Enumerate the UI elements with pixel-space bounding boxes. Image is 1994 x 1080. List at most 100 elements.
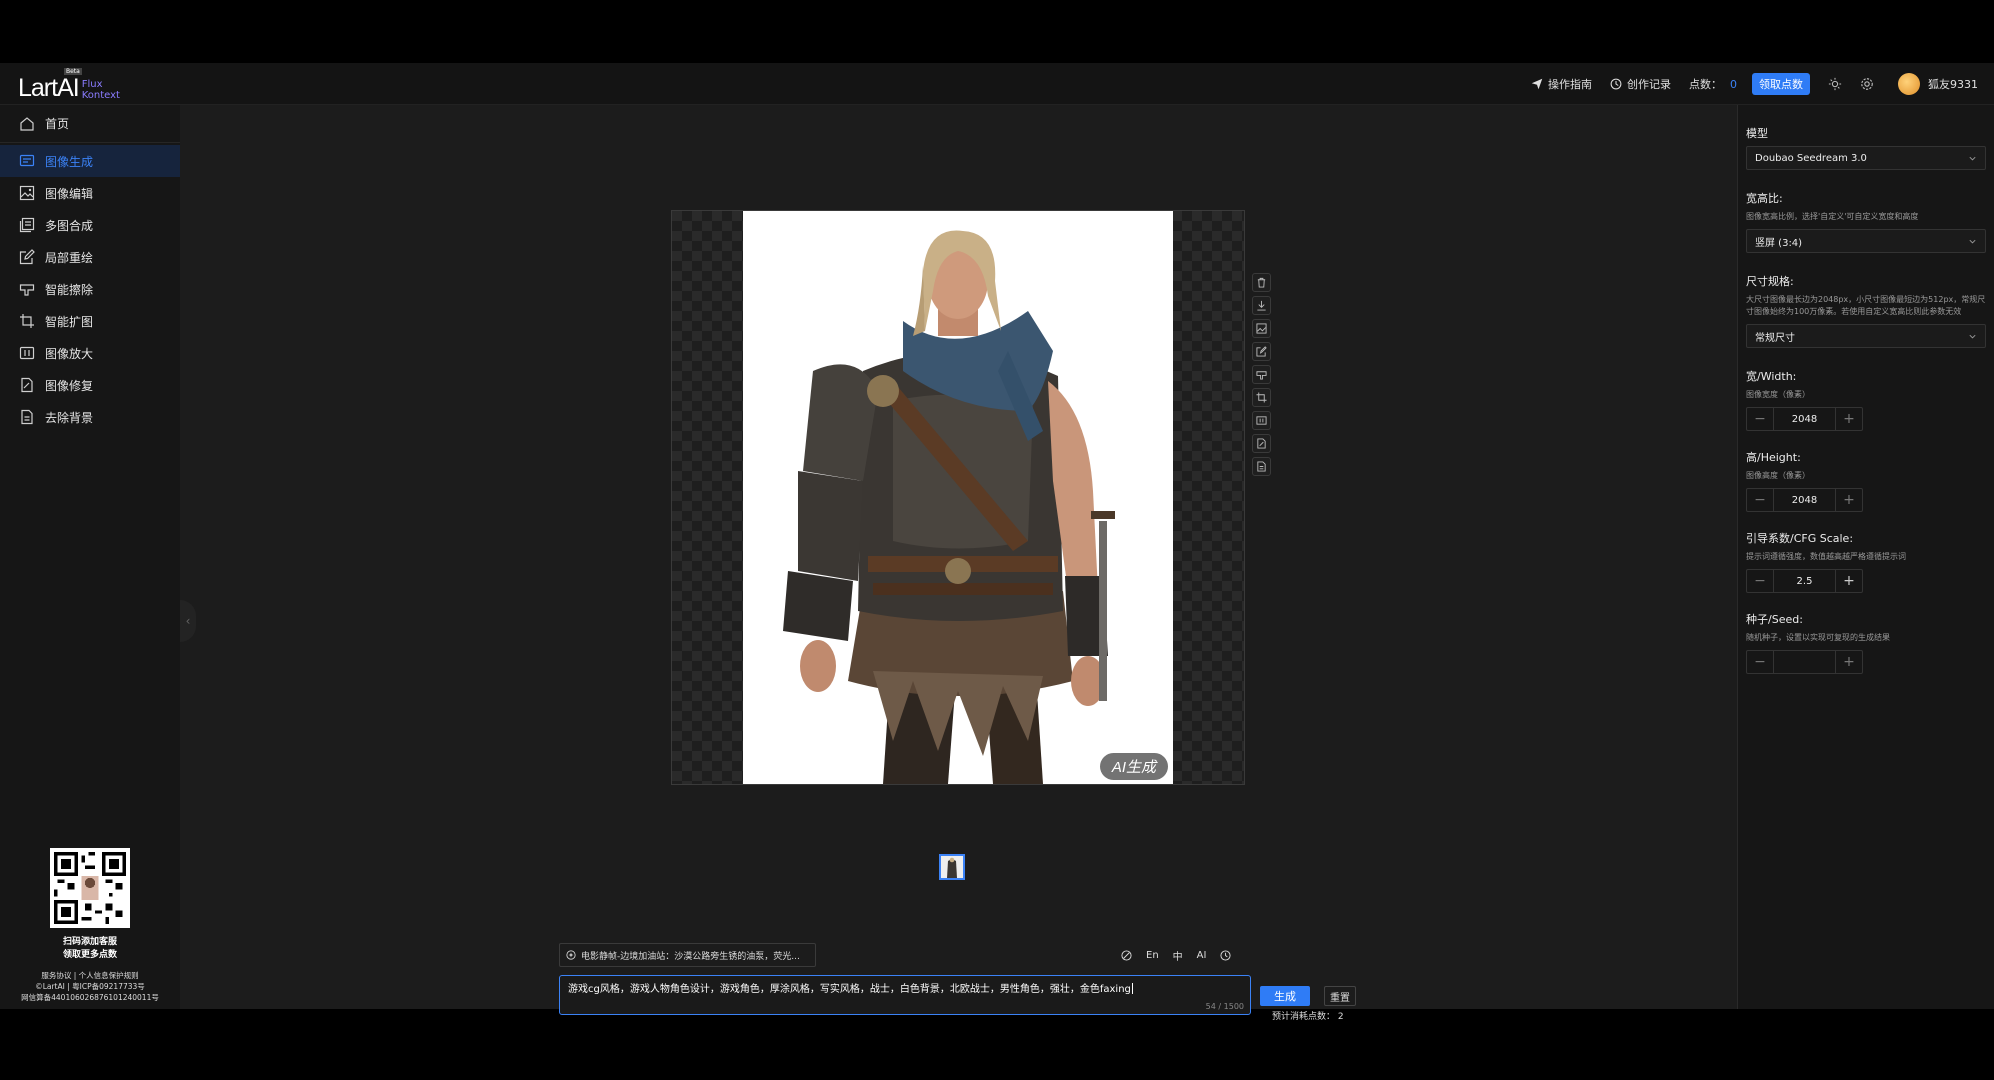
- translate-zh-button[interactable]: 中: [1173, 948, 1183, 963]
- estimated-cost: 预计消耗点数： 2: [1272, 1012, 1344, 1022]
- ratio-select[interactable]: 竖屏 (3:4): [1746, 229, 1986, 253]
- history-label: 创作记录: [1627, 78, 1671, 91]
- seed-hint: 随机种子，设置以实现可复现的生成结果: [1746, 633, 1890, 642]
- sidebar-item-inpaint[interactable]: 局部重绘: [0, 241, 180, 273]
- repair-icon: [1257, 438, 1266, 449]
- upscale-icon: [19, 346, 35, 360]
- sidebar-item-outpaint[interactable]: 智能扩图: [0, 305, 180, 337]
- char-counter: 54 / 1500: [1205, 1002, 1244, 1011]
- settings-panel: 模型 Doubao Seedream 3.0 宽高比: 图像宽高比例，选择'自定…: [1737, 105, 1994, 1009]
- reset-button[interactable]: 重置: [1324, 986, 1356, 1006]
- header-actions: 操作指南 创作记录 点数： 0 领取点数 狐友9331: [1513, 63, 1978, 105]
- generate-button[interactable]: 生成: [1260, 986, 1310, 1006]
- sidebar-item-image-generation[interactable]: 图像生成: [0, 145, 180, 177]
- seed-increment-button[interactable]: +: [1836, 651, 1862, 673]
- sidebar-item-image-edit[interactable]: 图像编辑: [0, 177, 180, 209]
- sidebar-item-repair[interactable]: 图像修复: [0, 369, 180, 401]
- height-increment-button[interactable]: +: [1836, 489, 1862, 511]
- footer-algorithm-record: 网信算备440106026876101240011号: [21, 993, 159, 1002]
- logo-sub-flux: Flux: [81, 79, 103, 90]
- height-hint: 图像高度（像素）: [1746, 471, 1810, 480]
- theme-toggle-icon[interactable]: [1828, 77, 1842, 91]
- remove-bg-button[interactable]: [1252, 457, 1271, 476]
- qr-subtitle: 领取更多点数: [62, 950, 117, 960]
- avatar: [1898, 73, 1920, 95]
- prompt-input[interactable]: 游戏cg风格，游戏人物角色设计，游戏角色，厚涂风格，写实风格，战士，白色背景，北…: [559, 975, 1251, 1015]
- sidebar-item-remove-bg[interactable]: 去除背景: [0, 401, 180, 433]
- image-canvas: AI生成: [671, 210, 1245, 785]
- height-label: 高/Height:: [1746, 451, 1801, 464]
- claim-points-button[interactable]: 领取点数: [1752, 73, 1810, 95]
- ratio-value: 竖屏 (3:4): [1755, 237, 1803, 249]
- cfg-value[interactable]: 2.5: [1773, 570, 1836, 592]
- size-value: 常规尺寸: [1755, 332, 1795, 344]
- sidebar-item-label: 多图合成: [45, 218, 94, 233]
- history-link[interactable]: 创作记录: [1610, 76, 1671, 92]
- image-icon: [19, 185, 35, 201]
- logo[interactable]: LartAI Beta Flux Kontext: [18, 68, 120, 102]
- sidebar-item-home[interactable]: 首页: [0, 105, 180, 143]
- sidebar-item-multi-image[interactable]: 多图合成: [0, 209, 180, 241]
- height-value[interactable]: 2048: [1773, 489, 1836, 511]
- upscale-icon: [1256, 416, 1267, 425]
- cfg-decrement-button[interactable]: −: [1747, 570, 1773, 592]
- repair-icon: [21, 377, 33, 393]
- width-decrement-button[interactable]: −: [1747, 408, 1773, 430]
- seed-decrement-button[interactable]: −: [1747, 651, 1773, 673]
- inpaint-button[interactable]: [1252, 342, 1271, 361]
- footer-links[interactable]: 服务协议 | 个人信息保护规则: [0, 970, 180, 981]
- sidebar-collapse-toggle[interactable]: ‹: [180, 600, 196, 642]
- trash-icon: [1257, 277, 1266, 288]
- logo-sub-kontext: Kontext: [81, 90, 120, 101]
- seed-label: 种子/Seed:: [1746, 613, 1803, 626]
- layers-icon: [19, 217, 35, 233]
- cfg-increment-button[interactable]: +: [1836, 570, 1862, 592]
- sidebar-item-label: 图像修复: [45, 378, 94, 393]
- ai-optimize-button[interactable]: AI: [1197, 950, 1207, 961]
- height-decrement-button[interactable]: −: [1747, 489, 1773, 511]
- repair-button[interactable]: [1252, 434, 1271, 453]
- eraser-icon: [1256, 371, 1267, 380]
- size-hint: 大尺寸图像最长边为2048px，小尺寸图像最短边为512px，常规尺寸图像始终为…: [1746, 295, 1986, 316]
- generated-image[interactable]: AI生成: [743, 211, 1173, 784]
- sidebar-item-label: 图像生成: [45, 154, 94, 169]
- size-label: 尺寸规格:: [1746, 275, 1794, 288]
- outpaint-button[interactable]: [1252, 388, 1271, 407]
- edit-image-button[interactable]: [1252, 319, 1271, 338]
- settings-gear-icon[interactable]: [1860, 77, 1874, 91]
- clear-icon[interactable]: [1121, 949, 1132, 961]
- footer-icp: ©LartAI | 粤ICP备09217733号: [35, 982, 145, 991]
- chevron-down-icon: [1969, 334, 1976, 338]
- image-thumbnail[interactable]: [939, 854, 965, 880]
- width-label: 宽/Width:: [1746, 370, 1797, 383]
- width-value[interactable]: 2048: [1773, 408, 1836, 430]
- model-label: 模型: [1746, 127, 1768, 140]
- canvas-toolbar: [1252, 273, 1274, 480]
- image-edit-icon: [1256, 323, 1267, 334]
- ai-generated-badge: AI生成: [1099, 753, 1168, 780]
- preset-prompt-selector[interactable]: 电影静帧-边境加油站：沙漠公路旁生锈的油泵，荧光...: [559, 943, 816, 967]
- upscale-button[interactable]: [1252, 411, 1271, 430]
- sidebar-item-label: 首页: [45, 117, 70, 131]
- user-menu[interactable]: 狐友9331: [1898, 73, 1978, 95]
- ratio-hint: 图像宽高比例，选择'自定义'可自定义宽度和高度: [1746, 212, 1919, 221]
- sidebar-item-upscale[interactable]: 图像放大: [0, 337, 180, 369]
- sidebar-item-smart-erase[interactable]: 智能擦除: [0, 273, 180, 305]
- seed-value[interactable]: [1773, 651, 1836, 673]
- history-icon[interactable]: [1220, 949, 1231, 961]
- model-select[interactable]: Doubao Seedream 3.0: [1746, 146, 1986, 170]
- qr-code: [50, 848, 130, 928]
- width-increment-button[interactable]: +: [1836, 408, 1862, 430]
- cfg-label: 引导系数/CFG Scale:: [1746, 532, 1854, 545]
- cfg-hint: 提示词遵循强度，数值越高越严格遵循提示词: [1746, 552, 1906, 561]
- erase-button[interactable]: [1252, 365, 1271, 384]
- remove-bg-icon: [1257, 461, 1266, 472]
- width-stepper: − 2048 +: [1746, 407, 1863, 431]
- download-button[interactable]: [1252, 296, 1271, 315]
- guide-link[interactable]: 操作指南: [1531, 76, 1592, 92]
- seed-stepper: − +: [1746, 650, 1863, 674]
- translate-en-button[interactable]: En: [1146, 950, 1159, 961]
- delete-button[interactable]: [1252, 273, 1271, 292]
- edit-icon: [19, 249, 35, 265]
- size-select[interactable]: 常规尺寸: [1746, 324, 1986, 348]
